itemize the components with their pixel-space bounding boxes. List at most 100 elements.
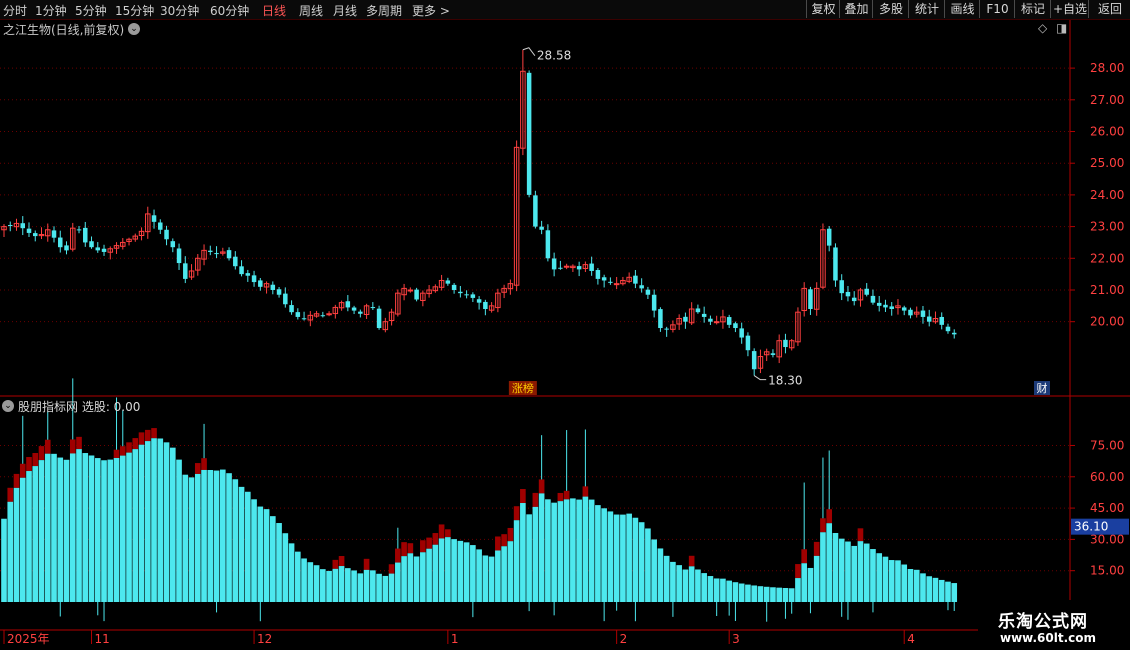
indicator-bar	[7, 501, 14, 602]
indicator-bar	[219, 469, 226, 602]
candle-body-down	[245, 273, 251, 276]
candle-body-down	[95, 247, 101, 251]
indicator-band	[420, 540, 426, 553]
indicator-band	[194, 463, 201, 474]
indicator-bar	[813, 555, 820, 602]
diamond-icon[interactable]: ◇	[1038, 21, 1047, 35]
indicator-chevron-icon[interactable]: ⌄	[2, 400, 14, 412]
indicator-bar	[213, 470, 220, 602]
indicator-bar	[382, 575, 389, 602]
indicator-bar	[226, 473, 232, 602]
indicator-bar	[332, 568, 339, 602]
candle-body-down	[870, 295, 876, 303]
indicator-bar	[820, 532, 826, 602]
indicator-bar	[757, 586, 764, 602]
indicator-bar	[144, 441, 151, 602]
candle-body-up	[613, 283, 620, 286]
indicator-bar	[826, 523, 833, 602]
indicator-tick-label: 75.00	[1090, 438, 1124, 452]
indicator-bar	[801, 563, 808, 602]
candle-body-down	[151, 215, 157, 222]
indicator-bar	[476, 549, 482, 602]
low-marker	[753, 375, 767, 381]
indicator-bar	[194, 473, 201, 602]
candle-body-down	[576, 266, 582, 270]
candle-body-down	[239, 266, 244, 275]
indicator-band	[201, 458, 207, 470]
candle-body-down	[214, 253, 219, 255]
indicator-bar	[157, 438, 164, 602]
candle-body-down	[876, 302, 882, 306]
indicator-bar	[338, 566, 345, 602]
chart-area[interactable]: 20.00 21.00 22.00 23.00 24.00 25.00 26.00 27.00…	[0, 0, 1130, 650]
indicator-bar	[845, 541, 851, 602]
indicator-band	[7, 487, 14, 502]
price-tick-label: 26.00	[1090, 125, 1124, 139]
candle-body-down	[608, 281, 613, 283]
candle-body-down	[526, 72, 532, 195]
candle-body-down	[739, 328, 744, 338]
candle-body-down	[345, 301, 351, 308]
candle-body-down	[158, 222, 163, 230]
candle-body-down	[33, 233, 38, 237]
indicator-bar	[107, 459, 114, 602]
indicator-bar	[776, 587, 782, 602]
indicator-bar	[807, 567, 814, 602]
candle-body-down	[951, 332, 957, 335]
indicator-bar	[370, 570, 376, 602]
indicator-band	[69, 439, 76, 454]
price-tick-label: 20.00	[1090, 315, 1124, 329]
indicator-band	[151, 428, 157, 439]
candle-body-down	[51, 230, 57, 238]
indicator-bar	[926, 576, 933, 602]
indicator-bar	[94, 458, 101, 602]
candle-body-down	[901, 307, 907, 311]
indicator-bar	[538, 493, 545, 602]
candle-body-down	[883, 304, 888, 308]
indicator-bar	[720, 578, 726, 602]
indicator-bar	[288, 543, 295, 602]
candle-body-down	[251, 275, 257, 283]
price-tick-label: 24.00	[1090, 188, 1124, 202]
indicator-tick-label: 60.00	[1090, 470, 1124, 484]
indicator-bar	[163, 442, 170, 602]
chevron-down-icon[interactable]: ⌄	[128, 23, 140, 35]
indicator-band	[19, 463, 26, 478]
indicator-bar	[57, 457, 64, 602]
indicator-bar	[638, 522, 645, 602]
indicator-band	[582, 486, 589, 497]
indicator-bar	[795, 578, 801, 602]
indicator-bar	[201, 469, 207, 602]
indicator-band	[520, 489, 526, 504]
candle-body-down	[551, 258, 557, 270]
candle-body-down	[208, 250, 213, 252]
candle-body-down	[233, 256, 238, 267]
peak-label: 28.58	[537, 49, 571, 63]
candle-body-down	[283, 293, 288, 305]
candle-body-down	[545, 230, 551, 259]
panel-toggle-icon[interactable]: ◨	[1056, 21, 1067, 35]
candle-body-down	[651, 294, 657, 311]
candle-body-down	[376, 308, 382, 329]
indicator-bar	[782, 587, 789, 602]
indicator-bar	[713, 578, 720, 602]
indicator-bar	[407, 553, 414, 602]
candle-body-down	[733, 323, 738, 329]
candle-body-down	[920, 310, 926, 317]
candle-body-down	[726, 317, 732, 325]
indicator-bar	[351, 570, 357, 602]
indicator-bar	[445, 537, 451, 602]
peak-marker	[522, 47, 536, 57]
indicator-bar	[357, 573, 364, 602]
indicator-bar	[182, 474, 189, 602]
indicator-bar	[51, 453, 57, 602]
indicator-band	[126, 442, 132, 453]
candle-body-up	[326, 313, 332, 316]
price-tick-label: 28.00	[1090, 61, 1124, 75]
indicator-bar	[620, 514, 626, 602]
candle-body-down	[351, 307, 357, 311]
candle-body-down	[639, 285, 644, 289]
indicator-band	[407, 543, 414, 554]
indicator-band	[332, 559, 339, 569]
indicator-band	[826, 509, 833, 524]
